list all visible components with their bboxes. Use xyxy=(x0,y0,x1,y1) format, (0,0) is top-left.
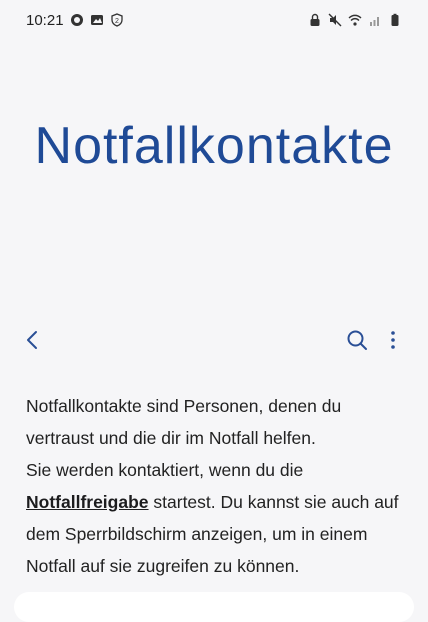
toolbar xyxy=(0,320,428,360)
more-vertical-icon xyxy=(391,331,395,349)
back-button[interactable] xyxy=(22,329,44,351)
contacts-card[interactable] xyxy=(14,592,414,622)
description-intro: Notfallkontakte sind Personen, denen du … xyxy=(26,396,342,448)
wifi-icon xyxy=(348,13,362,27)
gallery-icon xyxy=(90,13,104,27)
chevron-left-icon xyxy=(27,331,37,349)
lock-icon xyxy=(308,13,322,27)
status-bar: 10:21 2 xyxy=(0,0,428,40)
description: Notfallkontakte sind Personen, denen du … xyxy=(26,390,406,582)
more-options-button[interactable] xyxy=(384,329,402,351)
status-bar-right xyxy=(308,13,402,27)
signal-icon xyxy=(368,13,382,27)
whatsapp-icon xyxy=(70,13,84,27)
status-bar-left: 10:21 2 xyxy=(26,12,124,29)
svg-text:2: 2 xyxy=(115,18,119,25)
status-time: 10:21 xyxy=(26,11,64,29)
emergency-sharing-link[interactable]: Notfallfreigabe xyxy=(26,492,149,512)
search-button[interactable] xyxy=(346,329,368,351)
page-title: Notfallkontakte xyxy=(34,117,394,175)
search-icon xyxy=(347,330,367,350)
battery-icon xyxy=(388,13,402,27)
mute-icon xyxy=(328,13,342,27)
shield-2-icon: 2 xyxy=(110,13,124,27)
description-text-before-link: Sie werden kontaktiert, wenn du die xyxy=(26,460,304,480)
